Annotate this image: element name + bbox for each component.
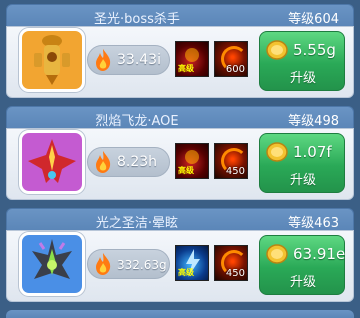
skill-tier-badge: 高级 xyxy=(178,268,194,277)
hero-level: 等级463 xyxy=(288,216,339,231)
hero-card-header: 光之圣洁·晕眩 等级463 xyxy=(6,208,354,231)
hero-card-1: 圣光·boss杀手 等级604 33.43i 高级 600 5.55g 升级 xyxy=(6,4,354,100)
red-demon-icon xyxy=(185,150,199,164)
hero-card-body: 33.43i 高级 600 5.55g 升级 xyxy=(6,26,354,98)
skill-count: 450 xyxy=(225,268,245,279)
coin-icon xyxy=(266,244,288,264)
hero-avatar[interactable] xyxy=(19,130,85,194)
skill-tier-badge: 高级 xyxy=(178,64,194,73)
hero-level: 等级604 xyxy=(288,12,339,27)
hero-level: 等级498 xyxy=(288,114,339,129)
flame-icon xyxy=(96,151,111,173)
hero-card-body: 8.23h 高级 450 1.07f 升级 xyxy=(6,128,354,200)
next-card-peek xyxy=(6,310,354,318)
hero-card-2: 烈焰飞龙·AOE 等级498 8.23h 高级 450 1.07f 升级 xyxy=(6,106,354,202)
upgrade-cost: 63.91e xyxy=(293,245,346,263)
skill-count: 600 xyxy=(225,64,245,75)
skill-slot-1[interactable]: 高级 xyxy=(175,41,209,77)
upgrade-button[interactable]: 5.55g 升级 xyxy=(259,31,345,91)
coin-icon xyxy=(266,142,288,162)
skill-tier-badge: 高级 xyxy=(178,166,194,175)
skill-slot-2[interactable]: 450 xyxy=(214,143,248,179)
flame-icon xyxy=(96,49,111,71)
upgrade-cost: 1.07f xyxy=(293,143,332,161)
skill-slot-2[interactable]: 600 xyxy=(214,41,248,77)
upgrade-label: 升级 xyxy=(289,173,316,188)
upgrade-cost: 5.55g xyxy=(293,41,336,59)
red-dragon-ship-icon xyxy=(28,139,76,183)
hero-avatar[interactable] xyxy=(19,232,85,296)
dps-value: 8.23h xyxy=(117,154,158,170)
hero-name: 光之圣洁·晕眩 xyxy=(95,216,179,231)
dps-value: 33.43i xyxy=(117,52,161,68)
dps-display: 8.23h xyxy=(87,147,170,177)
dps-display: 33.43i xyxy=(87,45,170,75)
hero-avatar[interactable] xyxy=(19,28,85,92)
hero-name: 圣光·boss杀手 xyxy=(94,12,180,27)
hero-card-3: 光之圣洁·晕眩 等级463 332.63g 高级 450 63.91e 升级 xyxy=(6,208,354,304)
dps-value: 332.63g xyxy=(117,258,167,272)
skill-slot-2[interactable]: 450 xyxy=(214,245,248,281)
skill-slot-1[interactable]: 高级 xyxy=(175,143,209,179)
upgrade-label: 升级 xyxy=(289,71,316,86)
upgrade-button[interactable]: 1.07f 升级 xyxy=(259,133,345,193)
golden-totem-ship-icon xyxy=(34,35,70,85)
upgrade-label: 升级 xyxy=(289,275,316,290)
skill-slot-1[interactable]: 高级 xyxy=(175,245,209,281)
flame-icon xyxy=(96,253,111,275)
hero-card-body: 332.63g 高级 450 63.91e 升级 xyxy=(6,230,354,302)
dps-display: 332.63g xyxy=(87,249,170,279)
hero-card-header: 圣光·boss杀手 等级604 xyxy=(6,4,354,27)
upgrade-button[interactable]: 63.91e 升级 xyxy=(259,235,345,295)
hero-card-header: 烈焰飞龙·AOE 等级498 xyxy=(6,106,354,129)
skill-count: 450 xyxy=(225,166,245,177)
red-demon-icon xyxy=(185,48,199,62)
hero-name: 烈焰飞龙·AOE xyxy=(95,114,179,129)
coin-icon xyxy=(266,40,288,60)
holy-green-ship-icon xyxy=(32,239,72,279)
